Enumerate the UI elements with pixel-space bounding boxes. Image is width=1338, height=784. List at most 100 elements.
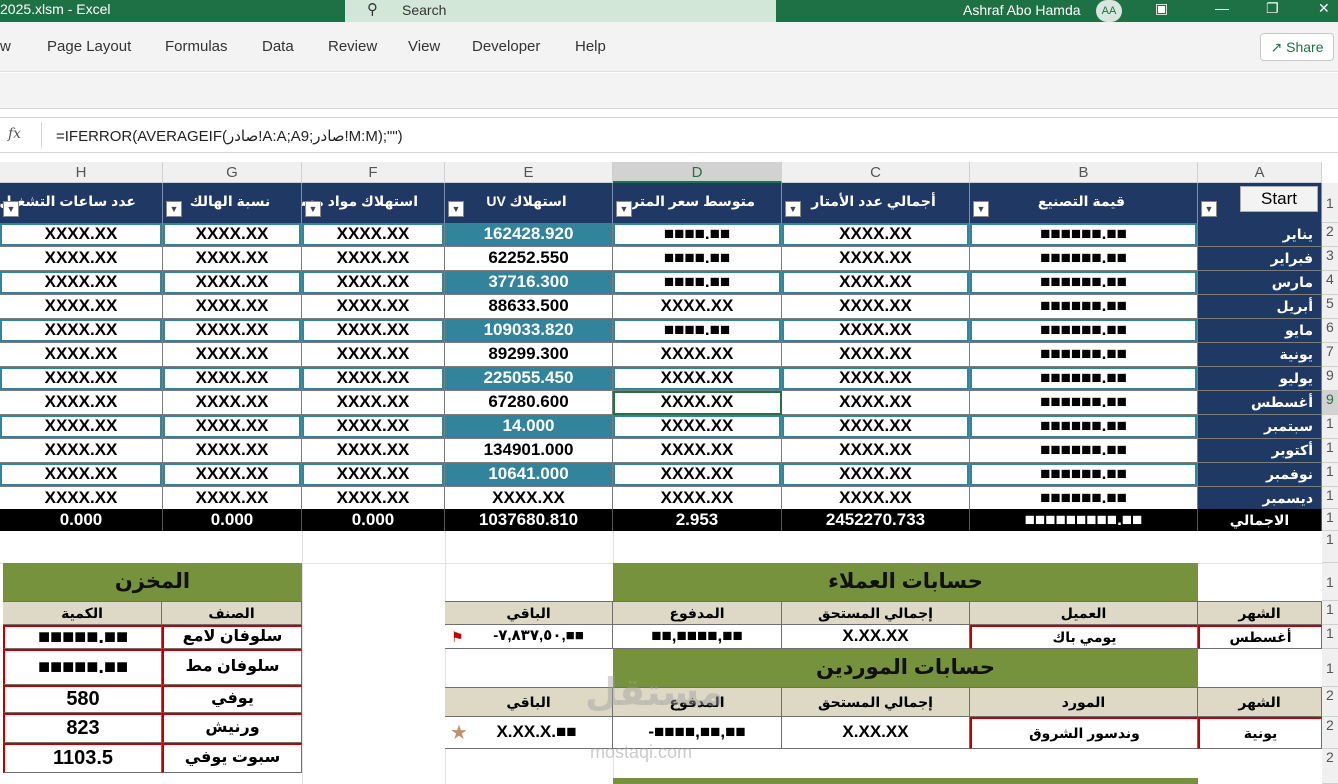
cell-d[interactable]: XXXX.XX	[613, 487, 782, 511]
month-label[interactable]: نوفمبر	[1198, 463, 1322, 487]
row-number[interactable]: 2	[1322, 687, 1338, 717]
column-header-e[interactable]: E	[445, 162, 613, 183]
cell-d[interactable]: XXXX.XX	[613, 295, 782, 319]
cell-f[interactable]: XXXX.XX	[302, 463, 445, 487]
cell-h[interactable]: XXXX.XX	[0, 415, 163, 439]
store-item[interactable]: سبوت يوفي	[162, 743, 302, 773]
cell-e[interactable]: XXXX.XX	[445, 487, 613, 511]
month-label[interactable]: يناير	[1198, 223, 1322, 247]
row-number[interactable]: 3	[1322, 247, 1338, 271]
cell-d[interactable]: XXXX.XX	[613, 439, 782, 463]
tab-data[interactable]: Data	[262, 38, 294, 55]
cell-d[interactable]: XXXX.XX	[613, 415, 782, 439]
row-number[interactable]: 2	[1322, 717, 1338, 749]
cell-b[interactable]: ■■■■■■.■■	[970, 319, 1198, 343]
row-number[interactable]: 2	[1322, 223, 1338, 247]
cell-g[interactable]: XXXX.XX	[163, 367, 302, 391]
cell-b[interactable]: ■■■■■■.■■	[970, 343, 1198, 367]
cell-b[interactable]: ■■■■■■.■■	[970, 391, 1198, 415]
customers-month[interactable]: أغسطس	[1198, 625, 1322, 649]
total-e[interactable]: 1037680.810	[445, 509, 613, 531]
store-item[interactable]: سلوفان مط	[162, 649, 302, 685]
cell-h[interactable]: XXXX.XX	[0, 463, 163, 487]
cell-d[interactable]: ■■■■.■■	[613, 271, 782, 295]
cell-f[interactable]: XXXX.XX	[302, 487, 445, 511]
filter-dropdown-icon[interactable]: ▼	[973, 201, 989, 217]
cell-d[interactable]: XXXX.XX	[613, 463, 782, 487]
cell-g[interactable]: XXXX.XX	[163, 223, 302, 247]
month-label[interactable]: فبراير	[1198, 247, 1322, 271]
filter-dropdown-icon[interactable]: ▼	[785, 201, 801, 217]
cell-f[interactable]: XXXX.XX	[302, 367, 445, 391]
row-number[interactable]: 1	[1322, 487, 1338, 509]
suppliers-name[interactable]: وندسور الشروق	[970, 717, 1198, 749]
cell-f[interactable]: XXXX.XX	[302, 223, 445, 247]
column-header-h[interactable]: H	[0, 162, 163, 183]
cell-c[interactable]: XXXX.XX	[782, 439, 970, 463]
cell-g[interactable]: XXXX.XX	[163, 319, 302, 343]
cell-d[interactable]: ■■■■.■■	[613, 247, 782, 271]
cell-h[interactable]: XXXX.XX	[0, 223, 163, 247]
cell-h[interactable]: XXXX.XX	[0, 391, 163, 415]
cell-f[interactable]: XXXX.XX	[302, 391, 445, 415]
ribbon-display-icon[interactable]: ▣	[1155, 0, 1168, 17]
row-number[interactable]: 2	[1322, 749, 1338, 784]
cell-h[interactable]: XXXX.XX	[0, 271, 163, 295]
column-header-a[interactable]: A	[1198, 162, 1322, 183]
cell-e[interactable]: 10641.000	[445, 463, 613, 487]
cell-f[interactable]: XXXX.XX	[302, 271, 445, 295]
cell-g[interactable]: XXXX.XX	[163, 247, 302, 271]
total-d[interactable]: 2.953	[613, 509, 782, 531]
cell-h[interactable]: XXXX.XX	[0, 247, 163, 271]
restore-icon[interactable]: ❐	[1266, 0, 1279, 17]
cell-e[interactable]: 67280.600	[445, 391, 613, 415]
cell-c[interactable]: XXXX.XX	[782, 391, 970, 415]
store-item[interactable]: يوفي	[162, 685, 302, 713]
cell-h[interactable]: XXXX.XX	[0, 439, 163, 463]
cell-b[interactable]: ■■■■■■.■■	[970, 415, 1198, 439]
month-label[interactable]: سبتمبر	[1198, 415, 1322, 439]
cell-e[interactable]: 89299.300	[445, 343, 613, 367]
total-b[interactable]: ■■■■■■■■■.■■	[970, 509, 1198, 531]
total-c[interactable]: 2452270.733	[782, 509, 970, 531]
tab-help[interactable]: Help	[575, 38, 606, 55]
cell-g[interactable]: XXXX.XX	[163, 295, 302, 319]
row-number[interactable]: 1	[1322, 563, 1338, 601]
filter-dropdown-icon[interactable]: ▼	[1201, 201, 1217, 217]
row-number[interactable]: 9	[1322, 367, 1338, 391]
cell-g[interactable]: XXXX.XX	[163, 463, 302, 487]
store-qty[interactable]: ■■■■■.■■	[3, 649, 162, 685]
column-header-f[interactable]: F	[302, 162, 445, 183]
suppliers-due[interactable]: X.XX.XX	[782, 717, 970, 749]
store-qty[interactable]: ■■■■■.■■	[3, 625, 162, 649]
cell-g[interactable]: XXXX.XX	[163, 271, 302, 295]
suppliers-remaining[interactable]: ★ X.XX.X.■■	[445, 717, 613, 749]
cell-e[interactable]: 134901.000	[445, 439, 613, 463]
store-item[interactable]: سلوفان لامع	[162, 625, 302, 649]
store-qty[interactable]: 580	[3, 685, 162, 713]
month-label[interactable]: مايو	[1198, 319, 1322, 343]
store-qty[interactable]: 823	[3, 713, 162, 743]
cell-c[interactable]: XXXX.XX	[782, 295, 970, 319]
cell-f[interactable]: XXXX.XX	[302, 247, 445, 271]
customers-remaining[interactable]: ⚑ -٧,٨٣٧,٥٠,■■	[445, 625, 613, 649]
row-number[interactable]: 1	[1322, 625, 1338, 649]
month-label[interactable]: أغسطس	[1198, 391, 1322, 415]
cell-h[interactable]: XXXX.XX	[0, 295, 163, 319]
suppliers-month[interactable]: يونية	[1198, 717, 1322, 749]
column-header-b[interactable]: B	[970, 162, 1198, 183]
cell-c[interactable]: XXXX.XX	[782, 223, 970, 247]
filter-dropdown-icon[interactable]: ▼	[305, 201, 321, 217]
cell-c[interactable]: XXXX.XX	[782, 415, 970, 439]
row-number[interactable]: 1	[1322, 601, 1338, 625]
column-header-g[interactable]: G	[163, 162, 302, 183]
total-g[interactable]: 0.000	[163, 509, 302, 531]
cell-e[interactable]: 109033.820	[445, 319, 613, 343]
cell-e[interactable]: 88633.500	[445, 295, 613, 319]
cell-c[interactable]: XXXX.XX	[782, 319, 970, 343]
cell-g[interactable]: XXXX.XX	[163, 391, 302, 415]
row-number[interactable]: 1	[1322, 463, 1338, 487]
tab-review[interactable]: Review	[328, 38, 377, 55]
cell-b[interactable]: ■■■■■■.■■	[970, 271, 1198, 295]
cell-b[interactable]: ■■■■■■.■■	[970, 487, 1198, 511]
